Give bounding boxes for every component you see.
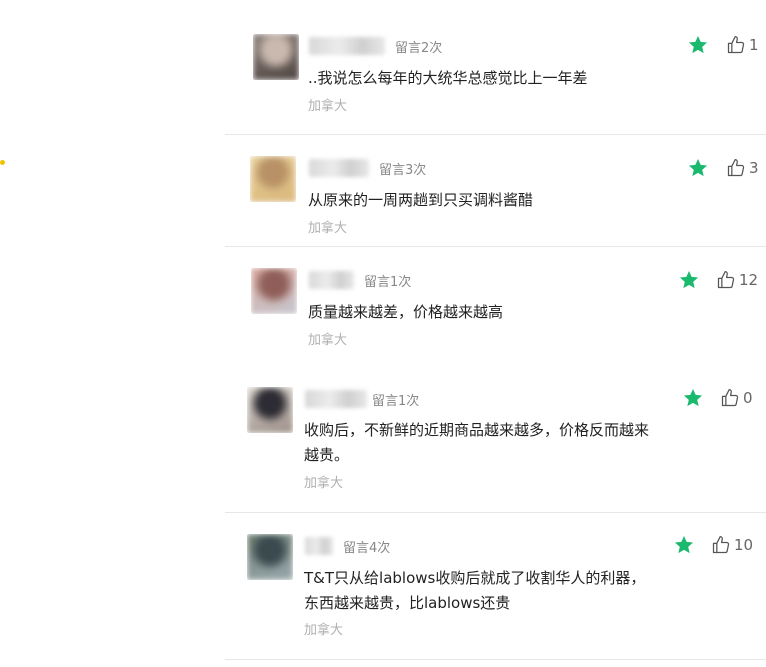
comment-text: T&T只从给lablows收购后就成了收割华人的利器， 东西越来越贵，比labl… xyxy=(304,569,646,612)
divider xyxy=(225,246,766,247)
thumbs-up-icon xyxy=(712,536,730,554)
like-count: 10 xyxy=(734,536,754,554)
comment-location: 加拿大 xyxy=(304,623,344,638)
comment-text: 收购后，不新鲜的近期商品越来越多，价格反而越来 越贵。 xyxy=(304,421,650,464)
avatar[interactable] xyxy=(253,34,299,80)
comment-count: 留言3次 xyxy=(379,163,427,178)
username-redacted[interactable] xyxy=(309,159,369,177)
like-button[interactable]: 3 xyxy=(726,157,759,179)
divider xyxy=(225,659,766,660)
comment-count: 留言4次 xyxy=(343,541,391,556)
comment-location: 加拿大 xyxy=(308,99,348,114)
like-count: 0 xyxy=(743,389,753,407)
comment-count: 留言1次 xyxy=(372,394,420,409)
avatar[interactable] xyxy=(251,268,297,314)
like-button[interactable]: 10 xyxy=(711,534,753,556)
divider xyxy=(225,134,766,135)
star-icon[interactable] xyxy=(687,34,709,56)
divider xyxy=(225,512,766,513)
avatar[interactable] xyxy=(247,534,293,580)
like-button[interactable]: 0 xyxy=(720,387,753,409)
star-icon[interactable] xyxy=(678,269,700,291)
comment-text: ..我说怎么每年的大统华总感觉比上一年差 xyxy=(308,69,588,87)
like-button[interactable]: 12 xyxy=(716,269,758,291)
thumbs-up-icon xyxy=(727,36,745,54)
like-count: 1 xyxy=(749,36,759,54)
username-redacted[interactable] xyxy=(309,271,354,289)
like-count: 3 xyxy=(749,159,759,177)
comment-count: 留言2次 xyxy=(395,41,443,56)
comment-location: 加拿大 xyxy=(308,333,348,348)
username-redacted[interactable] xyxy=(309,37,385,55)
comment-text: 质量越来越差，价格越来越高 xyxy=(308,303,504,321)
like-count: 12 xyxy=(739,271,759,289)
avatar[interactable] xyxy=(250,156,296,202)
comment-text: 从原来的一周两趟到只买调料酱醋 xyxy=(308,191,534,209)
thumbs-up-icon xyxy=(727,159,745,177)
comment-list: 留言2次 1 ..我说怎么每年的大统华总感觉比上一年差 加拿大 留言3次 3 从… xyxy=(0,0,766,667)
avatar[interactable] xyxy=(247,387,293,433)
thumbs-up-icon xyxy=(721,389,739,407)
comment-location: 加拿大 xyxy=(308,221,348,236)
star-icon[interactable] xyxy=(673,534,695,556)
username-redacted[interactable] xyxy=(305,537,333,555)
decorative-dot xyxy=(0,160,5,165)
thumbs-up-icon xyxy=(717,271,735,289)
comment-count: 留言1次 xyxy=(364,275,412,290)
star-icon[interactable] xyxy=(682,387,704,409)
like-button[interactable]: 1 xyxy=(726,34,759,56)
comment-location: 加拿大 xyxy=(304,476,344,491)
star-icon[interactable] xyxy=(687,157,709,179)
username-redacted[interactable] xyxy=(305,390,367,408)
